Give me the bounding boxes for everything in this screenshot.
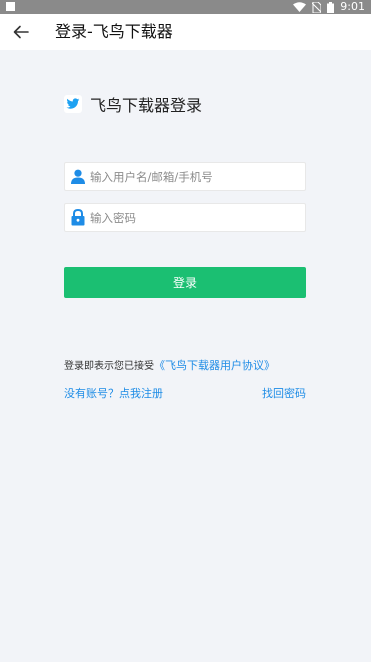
user-agreement-link[interactable]: 《飞鸟下载器用户协议》	[154, 359, 275, 372]
username-input[interactable]	[88, 162, 305, 191]
login-button[interactable]: 登录	[64, 267, 306, 298]
lock-icon	[68, 208, 88, 228]
wifi-icon	[293, 2, 307, 12]
brand-title: 飞鸟下载器登录	[90, 96, 203, 115]
clock: 9:01	[340, 0, 365, 13]
password-input[interactable]	[88, 203, 305, 232]
back-button[interactable]	[6, 17, 36, 47]
battery-icon	[327, 1, 335, 13]
notification-icon	[6, 2, 15, 11]
no-sim-icon	[312, 1, 322, 13]
arrow-left-icon	[13, 25, 29, 39]
brand-header: 飞鸟下载器登录	[64, 93, 202, 115]
bird-logo-icon	[64, 95, 82, 113]
app-bar: 登录-飞鸟下载器	[0, 14, 371, 50]
status-icons: 9:01	[293, 0, 365, 14]
agreement-text: 登录即表示您已接受《飞鸟下载器用户协议》	[64, 357, 275, 373]
password-field	[64, 203, 306, 232]
register-link[interactable]: 没有账号？点我注册	[64, 385, 163, 401]
agreement-prefix: 登录即表示您已接受	[64, 361, 154, 372]
username-field	[64, 162, 306, 191]
forgot-password-link[interactable]: 找回密码	[262, 385, 306, 401]
user-icon	[68, 167, 88, 187]
status-bar: 9:01	[0, 0, 371, 14]
page-title: 登录-飞鸟下载器	[55, 22, 173, 41]
